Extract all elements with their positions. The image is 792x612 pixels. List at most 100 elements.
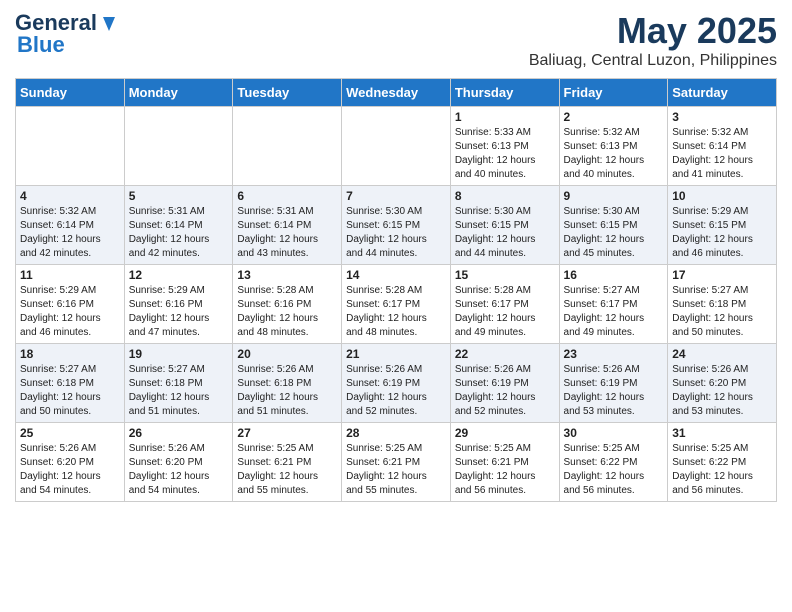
page: General Blue May 2025 Baliuag, Central L… (0, 0, 792, 512)
day-cell: 4 Sunrise: 5:32 AM Sunset: 6:14 PM Daylig… (16, 186, 125, 265)
day-number: 17 (672, 268, 772, 282)
day-info: Sunrise: 5:30 AM Sunset: 6:15 PM Dayligh… (564, 205, 664, 261)
day-number: 9 (564, 189, 664, 203)
day-cell (16, 107, 125, 186)
day-number: 20 (237, 347, 337, 361)
day-cell: 13 Sunrise: 5:28 AM Sunset: 6:16 PM Dayli… (233, 265, 342, 344)
day-number: 23 (564, 347, 664, 361)
day-cell: 16 Sunrise: 5:27 AM Sunset: 6:17 PM Dayli… (559, 265, 668, 344)
day-cell: 28 Sunrise: 5:25 AM Sunset: 6:21 PM Dayli… (342, 423, 451, 502)
day-number: 19 (129, 347, 229, 361)
day-info: Sunrise: 5:25 AM Sunset: 6:22 PM Dayligh… (672, 442, 772, 498)
day-info: Sunrise: 5:26 AM Sunset: 6:20 PM Dayligh… (672, 363, 772, 419)
day-cell: 24Sunrise: 5:26 AM Sunset: 6:20 PM Dayli… (668, 344, 777, 423)
day-info: Sunrise: 5:25 AM Sunset: 6:21 PM Dayligh… (346, 442, 446, 498)
logo-arrow-icon (98, 13, 120, 35)
day-cell: 25Sunrise: 5:26 AM Sunset: 6:20 PM Dayli… (16, 423, 125, 502)
day-cell: 31 Sunrise: 5:25 AM Sunset: 6:22 PM Dayli… (668, 423, 777, 502)
col-header-tuesday: Tuesday (233, 79, 342, 107)
day-info: Sunrise: 5:26 AM Sunset: 6:20 PM Dayligh… (20, 442, 120, 498)
day-number: 13 (237, 268, 337, 282)
col-header-friday: Friday (559, 79, 668, 107)
day-info: Sunrise: 5:30 AM Sunset: 6:15 PM Dayligh… (455, 205, 555, 261)
day-cell: 14 Sunrise: 5:28 AM Sunset: 6:17 PM Dayli… (342, 265, 451, 344)
day-number: 30 (564, 426, 664, 440)
day-number: 28 (346, 426, 446, 440)
day-info: Sunrise: 5:29 AM Sunset: 6:15 PM Dayligh… (672, 205, 772, 261)
day-info: Sunrise: 5:28 AM Sunset: 6:17 PM Dayligh… (346, 284, 446, 340)
day-number: 26 (129, 426, 229, 440)
day-number: 8 (455, 189, 555, 203)
day-cell: 19 Sunrise: 5:27 AM Sunset: 6:18 PM Dayli… (124, 344, 233, 423)
day-info: Sunrise: 5:26 AM Sunset: 6:18 PM Dayligh… (237, 363, 337, 419)
day-number: 7 (346, 189, 446, 203)
day-cell: 12 Sunrise: 5:29 AM Sunset: 6:16 PM Dayli… (124, 265, 233, 344)
day-cell: 2Sunrise: 5:32 AM Sunset: 6:13 PM Daylig… (559, 107, 668, 186)
col-header-wednesday: Wednesday (342, 79, 451, 107)
day-cell (233, 107, 342, 186)
day-cell: 17Sunrise: 5:27 AM Sunset: 6:18 PM Dayli… (668, 265, 777, 344)
day-info: Sunrise: 5:28 AM Sunset: 6:16 PM Dayligh… (237, 284, 337, 340)
day-info: Sunrise: 5:27 AM Sunset: 6:18 PM Dayligh… (20, 363, 120, 419)
week-row-1: 1Sunrise: 5:33 AM Sunset: 6:13 PM Daylig… (16, 107, 777, 186)
day-cell: 22 Sunrise: 5:26 AM Sunset: 6:19 PM Dayli… (450, 344, 559, 423)
day-info: Sunrise: 5:25 AM Sunset: 6:21 PM Dayligh… (237, 442, 337, 498)
col-header-saturday: Saturday (668, 79, 777, 107)
day-info: Sunrise: 5:31 AM Sunset: 6:14 PM Dayligh… (237, 205, 337, 261)
day-cell (342, 107, 451, 186)
day-info: Sunrise: 5:32 AM Sunset: 6:14 PM Dayligh… (20, 205, 120, 261)
day-cell: 21Sunrise: 5:26 AM Sunset: 6:19 PM Dayli… (342, 344, 451, 423)
day-cell: 27Sunrise: 5:25 AM Sunset: 6:21 PM Dayli… (233, 423, 342, 502)
day-info: Sunrise: 5:27 AM Sunset: 6:17 PM Dayligh… (564, 284, 664, 340)
day-number: 6 (237, 189, 337, 203)
col-header-monday: Monday (124, 79, 233, 107)
week-row-2: 4 Sunrise: 5:32 AM Sunset: 6:14 PM Daylig… (16, 186, 777, 265)
day-cell: 30Sunrise: 5:25 AM Sunset: 6:22 PM Dayli… (559, 423, 668, 502)
day-cell: 15 Sunrise: 5:28 AM Sunset: 6:17 PM Dayli… (450, 265, 559, 344)
day-cell: 29Sunrise: 5:25 AM Sunset: 6:21 PM Dayli… (450, 423, 559, 502)
day-cell: 7Sunrise: 5:30 AM Sunset: 6:15 PM Daylig… (342, 186, 451, 265)
week-row-3: 11 Sunrise: 5:29 AM Sunset: 6:16 PM Dayli… (16, 265, 777, 344)
day-number: 3 (672, 110, 772, 124)
day-cell: 3 Sunrise: 5:32 AM Sunset: 6:14 PM Daylig… (668, 107, 777, 186)
day-number: 1 (455, 110, 555, 124)
header: General Blue May 2025 Baliuag, Central L… (15, 10, 777, 70)
title-area: May 2025 Baliuag, Central Luzon, Philipp… (529, 10, 777, 70)
day-number: 29 (455, 426, 555, 440)
week-row-5: 25Sunrise: 5:26 AM Sunset: 6:20 PM Dayli… (16, 423, 777, 502)
day-info: Sunrise: 5:28 AM Sunset: 6:17 PM Dayligh… (455, 284, 555, 340)
day-info: Sunrise: 5:31 AM Sunset: 6:14 PM Dayligh… (129, 205, 229, 261)
day-cell (124, 107, 233, 186)
day-number: 18 (20, 347, 120, 361)
day-cell: 23Sunrise: 5:26 AM Sunset: 6:19 PM Dayli… (559, 344, 668, 423)
calendar-table: SundayMondayTuesdayWednesdayThursdayFrid… (15, 78, 777, 502)
day-number: 15 (455, 268, 555, 282)
day-cell: 9 Sunrise: 5:30 AM Sunset: 6:15 PM Daylig… (559, 186, 668, 265)
day-info: Sunrise: 5:32 AM Sunset: 6:14 PM Dayligh… (672, 126, 772, 182)
day-cell: 20 Sunrise: 5:26 AM Sunset: 6:18 PM Dayli… (233, 344, 342, 423)
header-row: SundayMondayTuesdayWednesdayThursdayFrid… (16, 79, 777, 107)
day-number: 11 (20, 268, 120, 282)
day-number: 12 (129, 268, 229, 282)
day-number: 22 (455, 347, 555, 361)
day-cell: 11Sunrise: 5:29 AM Sunset: 6:16 PM Dayli… (16, 265, 125, 344)
day-cell: 10Sunrise: 5:29 AM Sunset: 6:15 PM Dayli… (668, 186, 777, 265)
day-info: Sunrise: 5:26 AM Sunset: 6:19 PM Dayligh… (455, 363, 555, 419)
week-row-4: 18 Sunrise: 5:27 AM Sunset: 6:18 PM Dayli… (16, 344, 777, 423)
logo: General Blue (15, 10, 120, 58)
day-number: 4 (20, 189, 120, 203)
logo-blue-text: Blue (15, 32, 65, 58)
day-cell: 26Sunrise: 5:26 AM Sunset: 6:20 PM Dayli… (124, 423, 233, 502)
col-header-thursday: Thursday (450, 79, 559, 107)
day-number: 16 (564, 268, 664, 282)
day-info: Sunrise: 5:27 AM Sunset: 6:18 PM Dayligh… (129, 363, 229, 419)
day-cell: 5 Sunrise: 5:31 AM Sunset: 6:14 PM Daylig… (124, 186, 233, 265)
day-number: 5 (129, 189, 229, 203)
day-number: 14 (346, 268, 446, 282)
day-info: Sunrise: 5:29 AM Sunset: 6:16 PM Dayligh… (129, 284, 229, 340)
day-info: Sunrise: 5:32 AM Sunset: 6:13 PM Dayligh… (564, 126, 664, 182)
day-cell: 1Sunrise: 5:33 AM Sunset: 6:13 PM Daylig… (450, 107, 559, 186)
day-cell: 18 Sunrise: 5:27 AM Sunset: 6:18 PM Dayli… (16, 344, 125, 423)
day-info: Sunrise: 5:26 AM Sunset: 6:19 PM Dayligh… (346, 363, 446, 419)
day-number: 31 (672, 426, 772, 440)
